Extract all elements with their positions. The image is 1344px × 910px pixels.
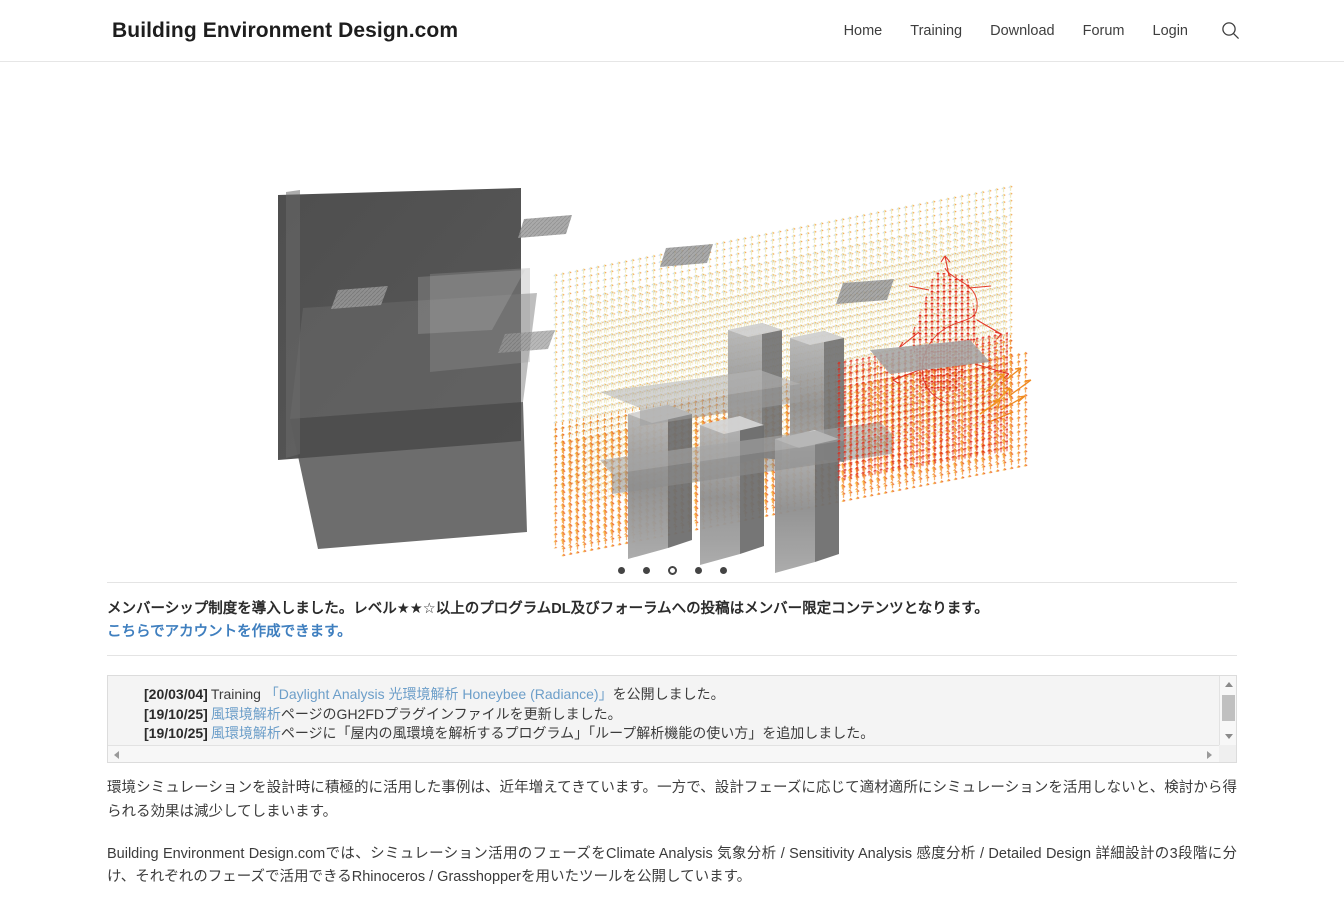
nav-item-download[interactable]: Download [990, 23, 1055, 39]
membership-notice: メンバーシップ制度を導入しました。レベル★★☆以上のプログラムDL及びフォーラム… [107, 583, 1237, 655]
create-account-link[interactable]: こちらでアカウントを作成できます。 [107, 622, 1237, 643]
news-item-2: [19/10/25] 風環境解析ページのGH2FDプラグインファイルを更新しました… [144, 705, 1218, 725]
carousel-dot-4[interactable] [694, 567, 702, 574]
news-horizontal-scrollbar[interactable] [108, 745, 1236, 763]
nav-item-training[interactable]: Training [910, 23, 962, 39]
membership-notice-text: メンバーシップ制度を導入しました。レベル★★☆以上のプログラムDL及びフォーラム… [107, 601, 989, 617]
nav-item-login[interactable]: Login [1153, 23, 1188, 39]
news-item-3: [19/10/25] 風環境解析ページに「屋内の風環境を解析するプログラム」「ルー… [144, 724, 1218, 744]
news-item-date: [20/03/04] [144, 686, 208, 703]
news-item-prefix: Training [210, 686, 265, 703]
intro-paragraph-1: 環境シミュレーションを設計時に積極的に活用した事例は、近年増えてきています。一方… [107, 780, 1237, 820]
carousel-dot-2[interactable] [642, 567, 650, 574]
news-vertical-scrollbar[interactable] [1219, 676, 1237, 746]
carousel-dot-3[interactable] [667, 566, 677, 575]
news-scroll-thumb[interactable] [1222, 695, 1235, 722]
scrollbar-corner [1219, 745, 1236, 763]
triangle-down-icon[interactable] [1220, 728, 1237, 745]
news-feed-box[interactable]: [20/03/04] Training 「Daylight Analysis 光環… [107, 675, 1237, 764]
news-feed-list: [20/03/04] Training 「Daylight Analysis 光環… [108, 676, 1218, 745]
news-item-suffix: を公開しました。 [612, 686, 725, 703]
triangle-up-icon[interactable] [1220, 676, 1237, 693]
site-title[interactable]: Building Environment Design.com [112, 19, 458, 43]
news-item-link[interactable]: 風環境解析 [211, 706, 281, 722]
carousel-dot-1[interactable] [617, 567, 625, 574]
news-item-date: [19/10/25] [144, 705, 208, 722]
main-content: メンバーシップ制度を導入しました。レベル★★☆以上のプログラムDL及びフォーラム… [107, 582, 1237, 890]
triangle-left-icon[interactable] [108, 746, 125, 763]
news-item-date: [19/10/25] [144, 725, 208, 742]
hero-carousel[interactable] [0, 62, 1344, 582]
intro-paragraph-2: Building Environment Design.comでは、シミュレーシ… [107, 846, 1237, 886]
hero-slide-image [0, 62, 1344, 582]
main-navigation: Home Training Download Forum Login [844, 21, 1240, 41]
search-icon[interactable] [1220, 21, 1240, 41]
nav-item-forum[interactable]: Forum [1083, 23, 1125, 39]
news-item-1: [20/03/04] Training 「Daylight Analysis 光環… [144, 685, 1218, 705]
news-item-suffix: ページのGH2FDプラグインファイルを更新しました。 [280, 705, 622, 722]
triangle-right-icon[interactable] [1201, 746, 1218, 763]
nav-item-home[interactable]: Home [844, 23, 883, 39]
news-item-suffix: ページに「屋内の風環境を解析するプログラム」「ループ解析機能の使い方」を追加しま… [280, 725, 875, 742]
site-header: Building Environment Design.com Home Tra… [0, 0, 1344, 62]
news-item-link[interactable]: 「Daylight Analysis 光環境解析 Honeybee (Radia… [265, 686, 613, 702]
divider-bottom [107, 655, 1237, 657]
carousel-dot-5[interactable] [719, 567, 727, 574]
carousel-dots[interactable] [0, 566, 1344, 575]
news-item-link[interactable]: 風環境解析 [211, 725, 281, 741]
